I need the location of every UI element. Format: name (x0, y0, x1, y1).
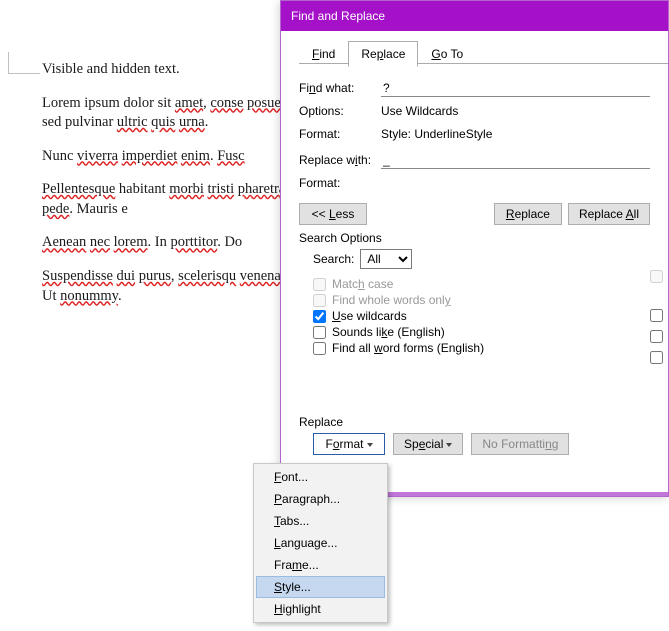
menu-frame[interactable]: Frame... (256, 554, 385, 576)
find-format-label: Format: (299, 127, 381, 141)
menu-style[interactable]: Style... (256, 576, 385, 598)
right-check-2[interactable] (650, 309, 663, 322)
opt-word-forms[interactable]: Find all word forms (English) (313, 341, 650, 355)
find-what-input[interactable] (381, 80, 650, 97)
right-check-4[interactable] (650, 351, 663, 364)
format-context-menu: Font... Paragraph... Tabs... Language...… (253, 463, 388, 623)
format-button[interactable]: Format (313, 433, 385, 455)
wildcards-checkbox[interactable] (313, 310, 326, 323)
right-check-3[interactable] (650, 330, 663, 343)
match-case-checkbox (313, 278, 326, 291)
replace-with-label: Replace with: (299, 153, 381, 167)
menu-language[interactable]: Language... (256, 532, 385, 554)
less-button[interactable]: << Less (299, 203, 367, 225)
word-forms-checkbox[interactable] (313, 342, 326, 355)
options-label: Options: (299, 104, 381, 118)
special-button[interactable]: Special (393, 433, 463, 455)
no-formatting-button: No Formatting (471, 433, 569, 455)
opt-wildcards[interactable]: Use wildcards (313, 309, 650, 323)
find-what-label: Find what: (299, 81, 381, 95)
find-format-value: Style: UnderlineStyle (381, 127, 650, 141)
dialog-title: Find and Replace (291, 9, 385, 23)
whole-words-checkbox (313, 294, 326, 307)
options-value: Use Wildcards (381, 104, 650, 118)
caret-down-icon (367, 443, 373, 447)
caret-down-icon (446, 443, 452, 447)
opt-whole-words: Find whole words only (313, 293, 650, 307)
dialog-titlebar[interactable]: Find and Replace (281, 1, 668, 31)
menu-tabs[interactable]: Tabs... (256, 510, 385, 532)
replace-with-input[interactable] (381, 152, 650, 169)
search-options-label: Search Options (299, 231, 650, 245)
find-replace-dialog: Find and Replace Find Replace Go To Find… (280, 0, 669, 497)
replace-all-button[interactable]: Replace All (568, 203, 650, 225)
tab-replace[interactable]: Replace (348, 41, 418, 67)
opt-match-case: Match case (313, 277, 650, 291)
replace-button[interactable]: Replace (494, 203, 562, 225)
menu-highlight[interactable]: Highlight (256, 598, 385, 620)
menu-font[interactable]: Font... (256, 466, 385, 488)
opt-sounds-like[interactable]: Sounds like (English) (313, 325, 650, 339)
search-direction-select[interactable]: All (360, 249, 412, 269)
replace-format-label: Format: (299, 176, 381, 190)
sounds-like-checkbox[interactable] (313, 326, 326, 339)
right-check-1 (650, 270, 663, 283)
menu-paragraph[interactable]: Paragraph... (256, 488, 385, 510)
search-label: Search: (313, 252, 354, 266)
right-side-checkboxes (646, 267, 666, 367)
replace-section-label: Replace (299, 415, 650, 429)
